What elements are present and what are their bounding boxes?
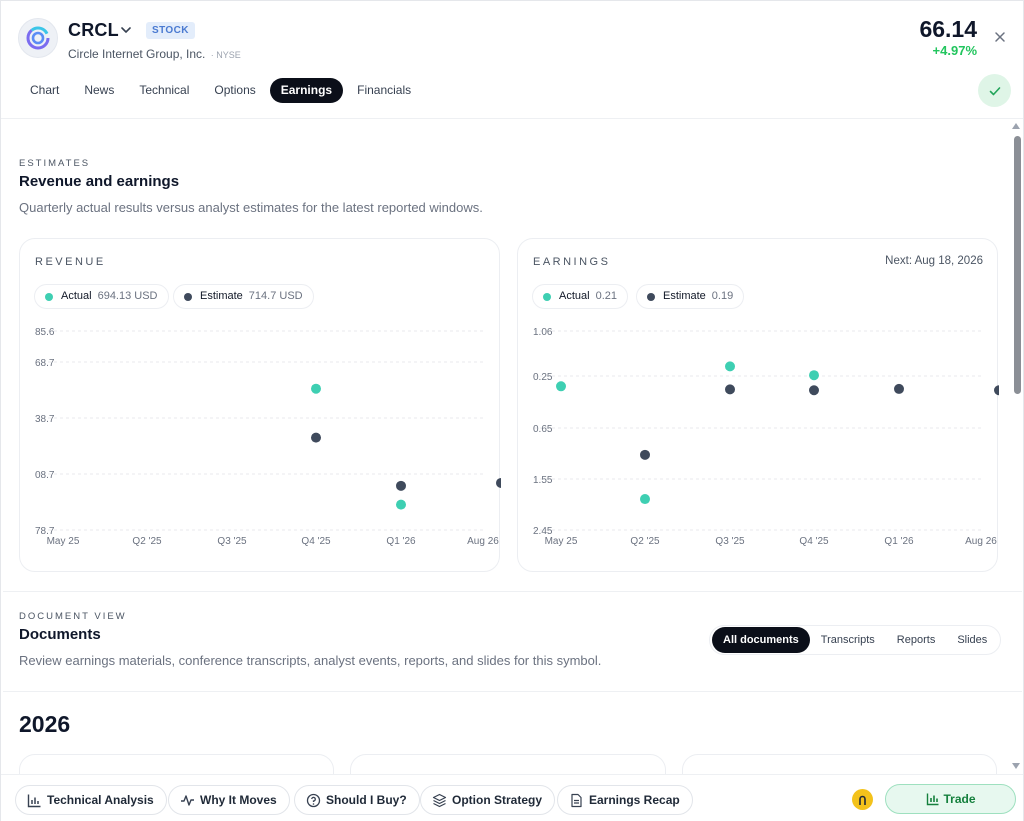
documents-title: Documents <box>19 626 101 643</box>
security-type-badge: STOCK <box>146 22 195 39</box>
section-divider <box>3 591 1022 592</box>
button-label: Why It Moves <box>200 793 277 807</box>
estimates-kicker: ESTIMATES <box>19 158 91 169</box>
estimate-point <box>894 383 904 394</box>
tab-technical[interactable]: Technical <box>128 78 200 103</box>
company-logo <box>18 18 58 58</box>
filter-all-documents[interactable]: All documents <box>712 627 810 653</box>
estimate-point <box>311 432 321 443</box>
year-heading: 2026 <box>19 711 71 737</box>
y-tick-label: 85.6 <box>35 327 55 338</box>
tab-news[interactable]: News <box>73 78 125 103</box>
button-label: Technical Analysis <box>47 793 154 807</box>
filter-transcripts[interactable]: Transcripts <box>810 627 886 653</box>
stock-detail-window: CRCL STOCK Circle Internet Group, Inc. ·… <box>0 0 1024 821</box>
x-tick-label: May 25 <box>545 536 578 547</box>
estimate-point <box>496 477 501 488</box>
y-tick-label: 1.06 <box>533 327 553 338</box>
y-tick-label: 0.65 <box>533 424 553 435</box>
why-it-moves-button[interactable]: Why It Moves <box>168 785 290 815</box>
estimates-description: Quarterly actual results versus analyst … <box>19 200 483 215</box>
stock-header: CRCL STOCK Circle Internet Group, Inc. ·… <box>1 1 1023 119</box>
revenue-card: REVENUE Actual 694.13 USD Estimate 714.7 U… <box>19 238 501 572</box>
filter-slides[interactable]: Slides <box>946 627 998 653</box>
button-label: Option Strategy <box>452 793 543 807</box>
ticker-symbol[interactable]: CRCL <box>68 20 119 41</box>
rocket-icon <box>859 795 866 805</box>
x-tick-label: Q2 '25 <box>630 536 660 547</box>
actual-point <box>725 361 735 372</box>
tab-chart[interactable]: Chart <box>19 78 70 103</box>
trade-chart-icon <box>926 793 939 806</box>
y-tick-label: 1.55 <box>533 475 553 486</box>
actual-point <box>556 381 566 392</box>
close-icon[interactable] <box>993 30 1007 44</box>
button-label: Earnings Recap <box>589 793 680 807</box>
company-name-text: Circle Internet Group, Inc. <box>68 47 206 61</box>
estimates-title: Revenue and earnings <box>19 173 180 190</box>
trade-label: Trade <box>943 792 976 806</box>
estimate-point <box>640 449 650 460</box>
earnings-chart: 1.060.250.651.552.45May 25 Q2 '25 Q3 '25 Q4… <box>533 327 999 547</box>
bar-chart-icon <box>27 794 41 808</box>
x-tick-label: Q4 '25 <box>301 536 331 547</box>
actual-point <box>640 494 650 505</box>
button-label: Should I Buy? <box>326 793 407 807</box>
actual-point <box>311 383 321 394</box>
scrollbar-thumb[interactable] <box>1014 136 1021 394</box>
assistant-icon[interactable] <box>852 789 873 810</box>
circle-logo-icon <box>26 26 50 50</box>
actual-point <box>809 370 819 381</box>
y-tick-label: 0.25 <box>533 372 553 383</box>
activity-icon <box>181 795 194 806</box>
documents-kicker: DOCUMENT VIEW <box>19 611 127 622</box>
earnings-card: EARNINGS Next: Aug 18, 2026 Actual 0.21 E… <box>517 238 999 572</box>
x-tick-label: Q4 '25 <box>799 536 829 547</box>
estimate-point <box>809 385 819 396</box>
document-icon <box>571 793 582 808</box>
option-strategy-button[interactable]: Option Strategy <box>420 785 556 815</box>
should-i-buy-button[interactable]: Should I Buy? <box>294 785 420 815</box>
section-divider <box>3 691 1022 692</box>
scroll-down-arrow[interactable] <box>1012 763 1020 769</box>
x-tick-label: Aug 26 <box>467 536 499 547</box>
document-filter: All documents Transcripts Reports Slides <box>709 625 1002 655</box>
y-tick-label: 38.7 <box>35 414 55 425</box>
price-change: +4.97% <box>932 43 977 58</box>
layers-icon <box>432 793 447 808</box>
x-tick-label: Q2 '25 <box>132 536 162 547</box>
y-tick-label: 08.7 <box>35 470 55 481</box>
actual-point <box>396 499 406 510</box>
estimate-point <box>994 385 999 396</box>
confirm-button[interactable] <box>978 74 1011 107</box>
x-tick-label: Q1 '26 <box>884 536 914 547</box>
estimate-point <box>725 384 735 395</box>
scroll-up-arrow[interactable] <box>1012 123 1020 129</box>
y-tick-label: 68.7 <box>35 358 55 369</box>
current-price: 66.14 <box>919 16 977 42</box>
tab-earnings[interactable]: Earnings <box>269 78 344 103</box>
documents-description: Review earnings materials, conference tr… <box>19 653 602 668</box>
chevron-down-icon[interactable] <box>119 23 133 37</box>
earnings-recap-button[interactable]: Earnings Recap <box>557 785 693 815</box>
tab-financials[interactable]: Financials <box>346 78 422 103</box>
x-tick-label: Q3 '25 <box>715 536 745 547</box>
x-tick-label: May 25 <box>47 536 80 547</box>
tab-options[interactable]: Options <box>203 78 266 103</box>
trade-button[interactable]: Trade <box>885 784 1016 814</box>
x-tick-label: Q3 '25 <box>217 536 247 547</box>
filter-reports[interactable]: Reports <box>886 627 947 653</box>
revenue-chart: 85.668.738.708.778.7May 25 Q2 '25 Q3 '25 Q4… <box>35 327 501 547</box>
company-name: Circle Internet Group, Inc. · NYSE <box>68 47 241 61</box>
x-tick-label: Aug 26 <box>965 536 997 547</box>
section-tabs: Chart News Technical Options Earnings Fi… <box>19 78 425 103</box>
check-icon <box>989 86 1000 95</box>
estimate-point <box>396 480 406 491</box>
x-tick-label: Q1 '26 <box>386 536 416 547</box>
exchange-label: · NYSE <box>210 50 241 60</box>
technical-analysis-button[interactable]: Technical Analysis <box>15 785 167 815</box>
question-icon <box>306 793 321 808</box>
